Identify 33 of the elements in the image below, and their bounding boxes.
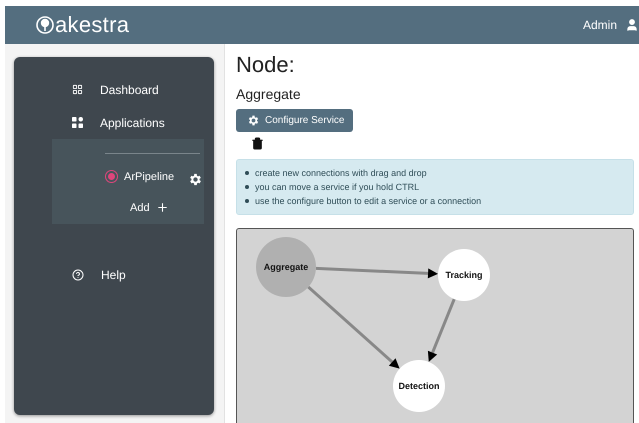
trash-icon[interactable] [251, 137, 264, 150]
gear-icon [247, 114, 260, 127]
service-node[interactable] [438, 249, 490, 301]
hint-text: create new connections with drag and drop [255, 167, 427, 180]
add-button[interactable]: Add [130, 201, 169, 214]
plus-icon [156, 201, 169, 214]
hint-text: you can move a service if you hold CTRL [255, 181, 420, 194]
connection-arrow[interactable] [316, 266, 438, 278]
user-icon[interactable] [625, 18, 639, 32]
service-node[interactable] [393, 360, 445, 412]
nav-item[interactable]: Applications [14, 106, 214, 139]
bullet-icon [245, 199, 249, 203]
node-label: Tracking [446, 270, 482, 280]
connection-arrow[interactable] [428, 298, 456, 362]
gear-icon [188, 172, 204, 187]
nav-item[interactable]: Dashboard [14, 73, 214, 106]
node-name: Aggregate [236, 86, 302, 102]
bullet-icon [245, 185, 249, 189]
service-node[interactable] [256, 237, 316, 297]
logo: akestra [36, 12, 130, 38]
user-name: Admin [582, 18, 617, 32]
nav-item[interactable]: Help [14, 258, 214, 291]
grid-icon [72, 84, 83, 95]
page-title: Node: [236, 52, 296, 78]
grid-icon [72, 117, 83, 128]
app-name[interactable]: ArPipeline [124, 170, 174, 182]
configure-button[interactable]: Configure Service [236, 109, 354, 132]
hint-text: use the configure button to edit a service or a connection [255, 195, 482, 208]
radio-button[interactable] [105, 170, 118, 183]
help-icon [72, 268, 84, 280]
node-label: Aggregate [264, 262, 308, 272]
node-label: Detection [398, 381, 440, 391]
bullet-icon [245, 171, 249, 175]
